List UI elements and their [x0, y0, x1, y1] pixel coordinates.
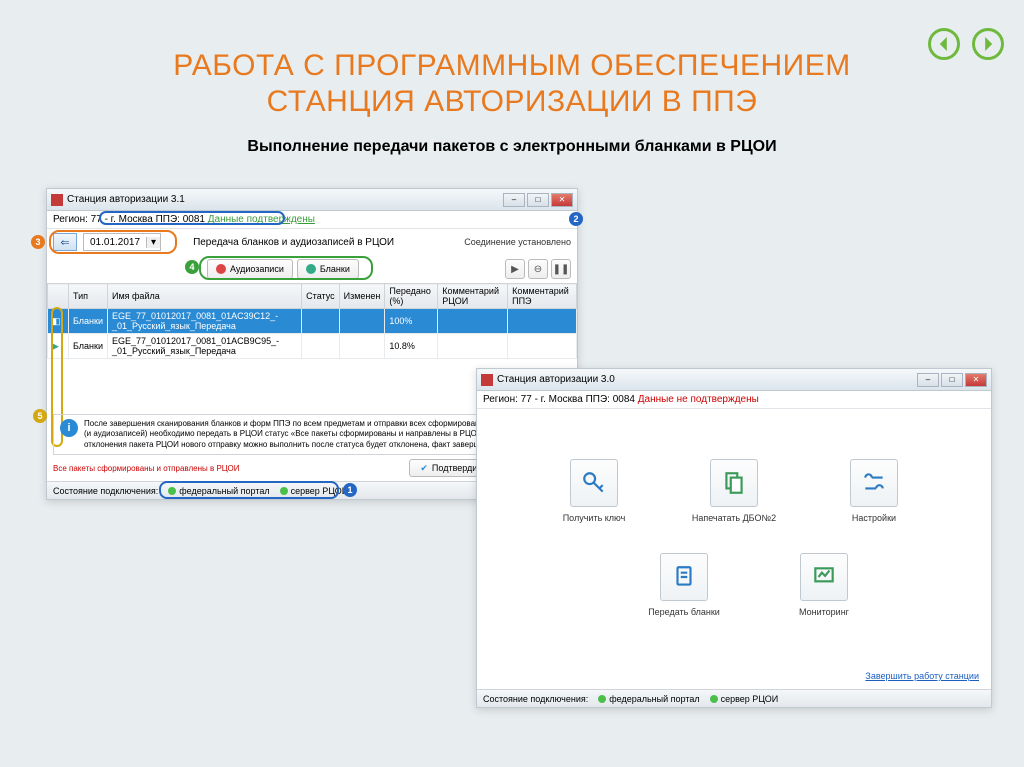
cell-type: Бланки — [69, 309, 108, 334]
slide-title: РАБОТА С ПРОГРАММНЫМ ОБЕСПЕЧЕНИЕМ СТАНЦИ… — [0, 0, 1024, 120]
audio-filter-button[interactable]: Аудиозаписи — [207, 259, 293, 279]
prev-slide-button[interactable] — [928, 28, 960, 60]
status-srv: сервер РЦОИ — [710, 694, 779, 704]
marker-5: 5 — [33, 409, 47, 423]
date-selector[interactable]: 01.01.2017 ▾ — [83, 233, 161, 251]
status-fed: федеральный портал — [168, 486, 269, 496]
connection-status: Соединение установлено — [464, 237, 571, 247]
tile-print[interactable]: Напечатать ДБО№2 — [689, 459, 779, 523]
slide-title-line1: РАБОТА С ПРОГРАММНЫМ ОБЕСПЕЧЕНИЕМ — [173, 49, 850, 82]
play-icon: ▶ — [52, 341, 64, 351]
section-title: Передача бланков и аудиозаписей в РЦОИ — [193, 237, 394, 248]
region-text: Регион: 77 - г. Москва ППЭ: 0084 — [483, 394, 638, 405]
play-button[interactable]: ▶ — [505, 259, 525, 279]
table-row[interactable]: ◧ Бланки EGE_77_01012017_0081_01AC39C12_… — [48, 309, 577, 334]
status-label: Состояние подключения: — [483, 694, 588, 704]
table-row[interactable]: ▶ Бланки EGE_77_01012017_0081_01ACB9C95_… — [48, 334, 577, 359]
settings-icon — [850, 459, 898, 507]
status-dot-icon — [710, 695, 718, 703]
tile-settings[interactable]: Настройки — [829, 459, 919, 523]
check-icon: ✔ — [420, 463, 428, 474]
back-button[interactable]: ⇐ — [53, 233, 77, 251]
files-table: Тип Имя файла Статус Изменен Передано (%… — [47, 283, 577, 359]
region-status: Данные не подтверждены — [638, 394, 759, 405]
tile-label: Передать бланки — [639, 607, 729, 617]
row-icon: ◧ — [52, 316, 64, 326]
window-title: Станция авторизации 3.0 — [497, 374, 615, 385]
remove-button[interactable]: ⊖ — [528, 259, 548, 279]
tile-transfer[interactable]: Передать бланки — [639, 553, 729, 617]
monitoring-icon — [800, 553, 848, 601]
col-changed: Изменен — [339, 284, 385, 309]
minimize-button[interactable]: – — [917, 373, 939, 387]
audio-icon — [216, 264, 226, 274]
maximize-button[interactable]: □ — [941, 373, 963, 387]
cell-type: Бланки — [69, 334, 108, 359]
app-icon — [481, 374, 493, 386]
audio-label: Аудиозаписи — [230, 264, 284, 274]
col-status: Статус — [302, 284, 339, 309]
window-title: Станция авторизации 3.1 — [67, 194, 185, 205]
print-icon — [710, 459, 758, 507]
next-slide-button[interactable] — [972, 28, 1004, 60]
key-icon — [570, 459, 618, 507]
tile-label: Получить ключ — [549, 513, 639, 523]
region-bar: Регион: 77 - г. Москва ППЭ: 0084 Данные … — [477, 391, 991, 409]
blanks-filter-button[interactable]: Бланки — [297, 259, 359, 279]
main-body: Получить ключ Напечатать ДБО№2 Настройки… — [477, 409, 991, 689]
region-status: Данные подтверждены — [208, 214, 315, 225]
cell-pct: 10.8% — [385, 334, 438, 359]
maximize-button[interactable]: □ — [527, 193, 549, 207]
nav-arrows — [928, 28, 1004, 60]
tile-label: Настройки — [829, 513, 919, 523]
transfer-icon — [660, 553, 708, 601]
close-button[interactable]: ✕ — [965, 373, 987, 387]
slide-title-line2: СТАНЦИЯ АВТОРИЗАЦИИ В ППЭ — [267, 85, 758, 118]
col-c1: Комментарий РЦОИ — [438, 284, 508, 309]
info-icon: i — [60, 419, 78, 437]
pause-button[interactable]: ❚❚ — [551, 259, 571, 279]
end-work-link[interactable]: Завершить работу станции — [865, 671, 979, 681]
slide-subtitle: Выполнение передачи пакетов с электронны… — [0, 138, 1024, 156]
toolbar: ⇐ 01.01.2017 ▾ Передача бланков и аудиоз… — [47, 229, 577, 255]
app-icon — [51, 194, 63, 206]
col-c2: Комментарий ППЭ — [508, 284, 577, 309]
tile-get-key[interactable]: Получить ключ — [549, 459, 639, 523]
status-dot-icon — [598, 695, 606, 703]
status-label: Состояние подключения: — [53, 486, 158, 496]
status-fed: федеральный портал — [598, 694, 699, 704]
titlebar: Станция авторизации 3.1 – □ ✕ — [47, 189, 577, 211]
status-srv: сервер РЦОИ — [280, 486, 349, 496]
cell-file: EGE_77_01012017_0081_01ACB9C95_-_01_Русс… — [108, 334, 302, 359]
status-bar: Состояние подключения: федеральный порта… — [477, 689, 991, 707]
col-pct: Передано (%) — [385, 284, 438, 309]
marker-3: 3 — [31, 235, 45, 249]
status-dot-icon — [280, 487, 288, 495]
cell-pct: 100% — [385, 309, 438, 334]
cell-file: EGE_77_01012017_0081_01AC39C12_-_01_Русс… — [108, 309, 302, 334]
date-dropdown-icon[interactable]: ▾ — [146, 237, 160, 248]
marker-2: 2 — [569, 212, 583, 226]
marker-1: 1 — [343, 483, 357, 497]
filter-row: Аудиозаписи Бланки ▶ ⊖ ❚❚ 4 — [47, 255, 577, 283]
tile-monitoring[interactable]: Мониторинг — [779, 553, 869, 617]
tile-label: Напечатать ДБО№2 — [689, 513, 779, 523]
region-text: Регион: 77 - г. Москва ППЭ: 0081 — [53, 214, 208, 225]
blanks-icon — [306, 264, 316, 274]
close-button[interactable]: ✕ — [551, 193, 573, 207]
date-value: 01.01.2017 — [84, 237, 146, 248]
col-file: Имя файла — [108, 284, 302, 309]
titlebar: Станция авторизации 3.0 – □ ✕ — [477, 369, 991, 391]
col-type: Тип — [69, 284, 108, 309]
marker-4: 4 — [185, 260, 199, 274]
minimize-button[interactable]: – — [503, 193, 525, 207]
status-dot-icon — [168, 487, 176, 495]
action-status-text: Все пакеты сформированы и отправлены в Р… — [53, 464, 240, 473]
tile-label: Мониторинг — [779, 607, 869, 617]
window-main: Станция авторизации 3.0 – □ ✕ Регион: 77… — [476, 368, 992, 708]
region-bar: Регион: 77 - г. Москва ППЭ: 0081 Данные … — [47, 211, 577, 229]
blanks-label: Бланки — [320, 264, 350, 274]
